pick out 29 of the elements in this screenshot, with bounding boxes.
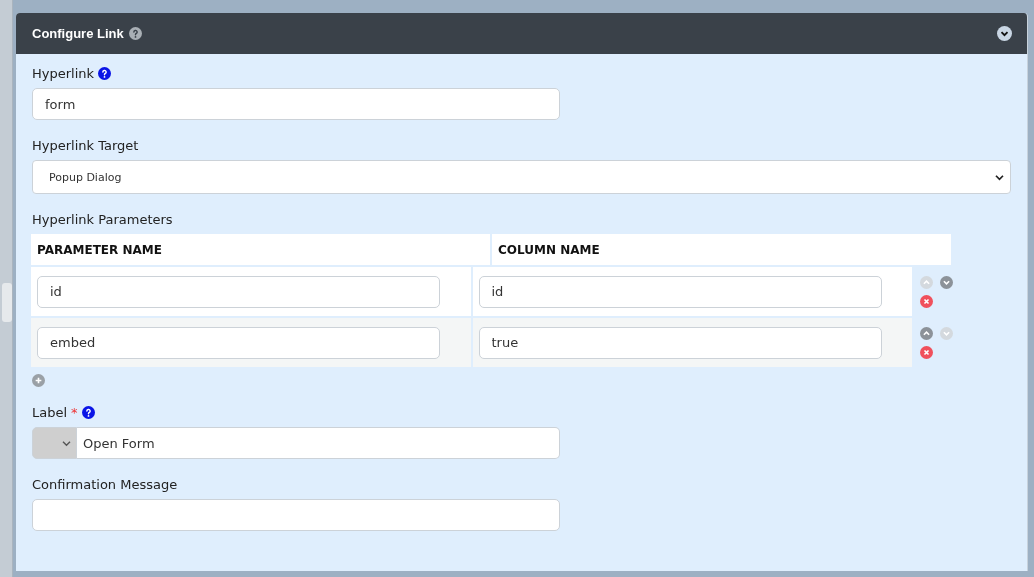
required-marker: *: [71, 404, 78, 420]
move-up-icon[interactable]: [920, 327, 933, 340]
column-header: COLUMN NAME: [492, 234, 951, 265]
remove-icon[interactable]: [920, 295, 933, 308]
caret-icon: [995, 173, 1004, 181]
caret-icon: [62, 439, 71, 447]
select-dropdown[interactable]: Popup Dialog: [32, 160, 1011, 194]
text-field[interactable]: form: [32, 88, 560, 120]
field-label: Hyperlink Parameters: [32, 211, 173, 227]
column-header: PARAMETER NAME: [31, 234, 490, 265]
help-icon[interactable]: [81, 405, 95, 419]
text-field[interactable]: [32, 499, 560, 531]
text-field[interactable]: true: [478, 326, 882, 359]
help-icon[interactable]: [128, 27, 142, 40]
field-label: Hyperlink: [32, 65, 95, 81]
text-field[interactable]: embed: [37, 326, 440, 359]
collapse-toggle-icon[interactable]: [997, 26, 1012, 41]
field-label: Confirmation Message: [32, 476, 178, 492]
help-icon[interactable]: [98, 66, 112, 80]
resize-handle[interactable]: [2, 283, 12, 322]
remove-icon[interactable]: [920, 346, 933, 359]
text-field[interactable]: id: [37, 275, 440, 308]
add-row-icon[interactable]: [32, 374, 45, 387]
move-down-icon[interactable]: [940, 276, 953, 289]
field-label: Hyperlink Target: [32, 137, 139, 153]
text-field[interactable]: Open Form: [77, 427, 560, 459]
panel-title: Configure Link: [32, 26, 124, 41]
field-label: Label: [32, 404, 68, 420]
text-field[interactable]: id: [478, 275, 882, 308]
